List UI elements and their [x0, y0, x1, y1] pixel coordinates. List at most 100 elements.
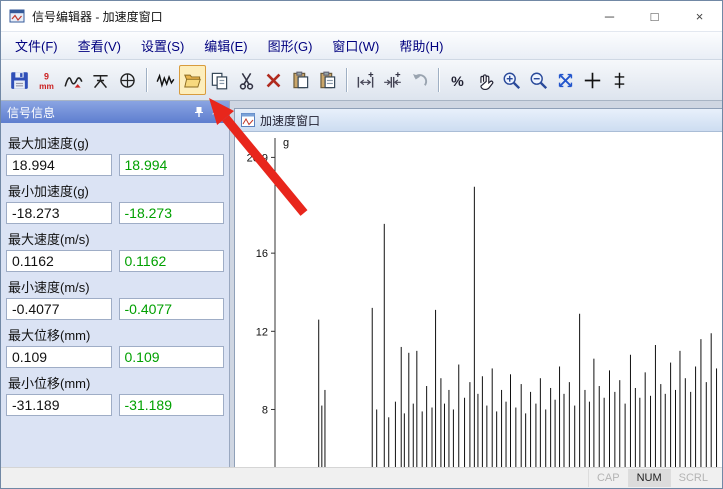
close-button[interactable]: ×: [677, 1, 722, 31]
panel-close-icon[interactable]: ×: [207, 104, 223, 120]
panel-header: 信号信息 ×: [1, 101, 229, 123]
percent-button[interactable]: %: [444, 65, 471, 95]
crosshair-button[interactable]: [579, 65, 606, 95]
stat-value-max-displacement: 0.109: [6, 346, 112, 368]
paste-special-button[interactable]: [314, 65, 341, 95]
hand-icon: [475, 71, 494, 90]
percent-icon: %: [448, 71, 467, 90]
window-title: 信号编辑器 - 加速度窗口: [32, 8, 587, 25]
menu-file[interactable]: 文件(F): [5, 31, 68, 60]
stat-row: -31.189 -31.189: [6, 394, 224, 416]
toolbar: 9mm: [1, 59, 722, 101]
stat-label-min-accel: 最小加速度(g): [6, 178, 224, 202]
stat-row: 0.109 0.109: [6, 346, 224, 368]
open-folder-icon: [183, 71, 202, 90]
filter-icon: [64, 71, 83, 90]
main-area: 信号信息 × 最大加速度(g) 18.994 18.994 最小加速度(g) -…: [1, 101, 722, 467]
stat-value-min-accel: -18.273: [6, 202, 112, 224]
delete-x-icon: [264, 71, 283, 90]
svg-text:20.9: 20.9: [247, 152, 268, 164]
menu-help[interactable]: 帮助(H): [389, 31, 453, 60]
fit-view-button[interactable]: [552, 65, 579, 95]
frequency-domain-button[interactable]: [114, 65, 141, 95]
open-file-button[interactable]: [179, 65, 206, 95]
app-window: 信号编辑器 - 加速度窗口 ─ □ × 文件(F) 查看(V) 设置(S) 编辑…: [0, 0, 723, 489]
svg-text:12: 12: [256, 326, 268, 338]
paste-special-icon: [318, 71, 337, 90]
zoom-out-button[interactable]: [525, 65, 552, 95]
minimize-button[interactable]: ─: [587, 1, 632, 31]
stat-value-max-accel: 18.994: [6, 154, 112, 176]
stat-value2-max-accel: 18.994: [119, 154, 225, 176]
stat-value2-max-displacement: 0.109: [119, 346, 225, 368]
stat-label-max-velocity: 最大速度(m/s): [6, 226, 224, 250]
cursor-tool-button[interactable]: [606, 65, 633, 95]
stat-row: -18.273 -18.273: [6, 202, 224, 224]
stat-label-min-displacement: 最小位移(mm): [6, 370, 224, 394]
undo-button[interactable]: [406, 65, 433, 95]
zoom-in-button[interactable]: [498, 65, 525, 95]
waveform-button[interactable]: [152, 65, 179, 95]
svg-text:g: g: [283, 137, 289, 149]
acceleration-window: 加速度窗口 g 20.9 16 12 8: [234, 108, 722, 467]
delete-button[interactable]: [260, 65, 287, 95]
svg-text:mm: mm: [39, 80, 54, 89]
menu-window[interactable]: 窗口(W): [322, 31, 389, 60]
svg-text:%: %: [451, 73, 464, 89]
stat-value-min-displacement: -31.189: [6, 394, 112, 416]
expand-x-axis-button[interactable]: [352, 65, 379, 95]
signal-stats: 最大加速度(g) 18.994 18.994 最小加速度(g) -18.273 …: [1, 123, 229, 425]
menu-graph[interactable]: 图形(G): [258, 31, 323, 60]
stat-value2-max-velocity: 0.1162: [119, 250, 225, 272]
compress-x-axis-icon: [383, 71, 402, 90]
toolbar-separator: [346, 68, 347, 92]
waveform-icon: [156, 71, 175, 90]
mdi-area: 加速度窗口 g 20.9 16 12 8: [230, 101, 722, 467]
compress-x-axis-button[interactable]: [379, 65, 406, 95]
stat-value2-min-accel: -18.273: [119, 202, 225, 224]
save-button[interactable]: [6, 65, 33, 95]
acceleration-chart[interactable]: g 20.9 16 12 8: [235, 132, 722, 467]
signal-info-panel: 信号信息 × 最大加速度(g) 18.994 18.994 最小加速度(g) -…: [1, 101, 230, 467]
pan-button[interactable]: [471, 65, 498, 95]
paste-icon: [291, 71, 310, 90]
maximize-button[interactable]: □: [632, 1, 677, 31]
svg-text:16: 16: [256, 248, 268, 260]
menu-bar: 文件(F) 查看(V) 设置(S) 编辑(E) 图形(G) 窗口(W) 帮助(H…: [1, 31, 722, 59]
cut-button[interactable]: [233, 65, 260, 95]
status-bar: CAP NUM SCRL: [1, 467, 722, 488]
toolbar-separator: [438, 68, 439, 92]
zoom-out-icon: [529, 71, 548, 90]
stat-value-min-velocity: -0.4077: [6, 298, 112, 320]
title-bar: 信号编辑器 - 加速度窗口 ─ □ ×: [1, 1, 722, 31]
menu-settings[interactable]: 设置(S): [131, 31, 194, 60]
copy-button[interactable]: [206, 65, 233, 95]
status-cap: CAP: [588, 469, 628, 487]
chart-window-icon: [241, 113, 255, 127]
menu-view[interactable]: 查看(V): [68, 31, 131, 60]
stat-value2-min-displacement: -31.189: [119, 394, 225, 416]
cut-scissors-icon: [237, 71, 256, 90]
crosshair-icon: [583, 71, 602, 90]
menu-edit[interactable]: 编辑(E): [194, 31, 257, 60]
stat-value-max-velocity: 0.1162: [6, 250, 112, 272]
svg-text:8: 8: [262, 404, 268, 416]
expand-x-axis-icon: [356, 71, 375, 90]
undo-icon: [410, 71, 429, 90]
status-scrl: SCRL: [670, 469, 716, 487]
child-window-titlebar[interactable]: 加速度窗口: [235, 109, 722, 132]
acceleration-plot: g 20.9 16 12 8: [235, 132, 722, 467]
stat-value2-min-velocity: -0.4077: [119, 298, 225, 320]
status-num: NUM: [628, 469, 670, 487]
unit-convert-button[interactable]: 9mm: [33, 65, 60, 95]
pin-icon[interactable]: [191, 104, 207, 120]
panel-title: 信号信息: [7, 104, 191, 121]
time-domain-button[interactable]: [87, 65, 114, 95]
filter-button[interactable]: [60, 65, 87, 95]
stat-label-max-displacement: 最大位移(mm): [6, 322, 224, 346]
stat-row: 18.994 18.994: [6, 154, 224, 176]
frequency-domain-icon: [118, 71, 137, 90]
paste-button[interactable]: [287, 65, 314, 95]
cursor-tool-icon: [610, 71, 629, 90]
time-domain-icon: [91, 71, 110, 90]
